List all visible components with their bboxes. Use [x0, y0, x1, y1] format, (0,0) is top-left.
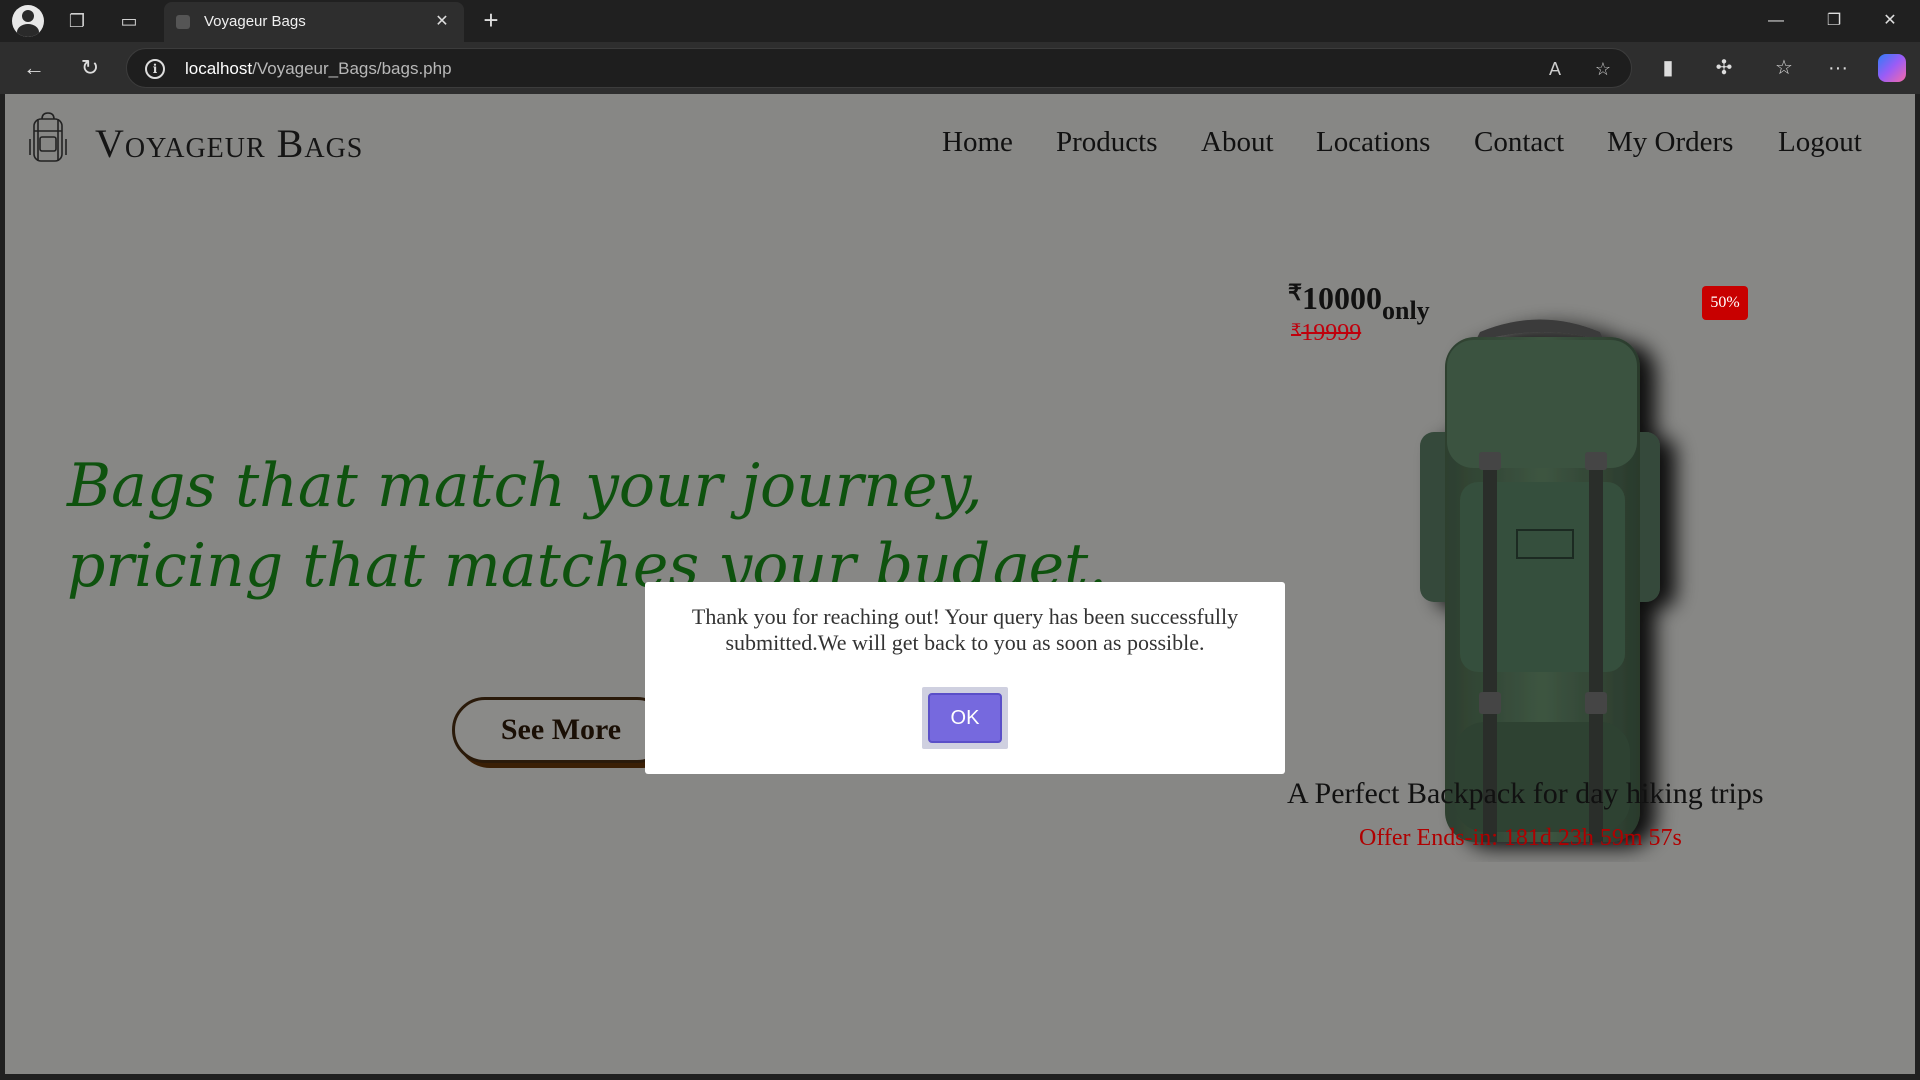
nav-products[interactable]: Products	[1056, 126, 1158, 159]
browser-tab-bar: ❐ ▭ Voyageur Bags ✕ + — ❐ ✕	[0, 0, 1920, 42]
url-text: localhost/Voyageur_Bags/bags.php	[185, 59, 452, 78]
vertical-tabs-icon[interactable]: ▭	[114, 6, 144, 36]
dialog-message: Thank you for reaching out! Your query h…	[691, 604, 1239, 655]
nav-my-orders[interactable]: My Orders	[1607, 126, 1733, 159]
refresh-icon[interactable]: ↻	[74, 52, 106, 84]
product-caption: A Perfect Backpack for day hiking trips	[1287, 777, 1764, 810]
hero-line-1: Bags that match your journey,	[67, 451, 983, 521]
browser-tab[interactable]: Voyageur Bags ✕	[164, 2, 464, 42]
offer-countdown: Offer Ends-in: 181d 23h 59m 57s	[1359, 825, 1682, 851]
tab-favicon-icon	[176, 15, 190, 29]
back-icon[interactable]: ←	[18, 52, 50, 84]
ok-button[interactable]: OK	[928, 693, 1002, 743]
see-more-button[interactable]: See More	[452, 697, 670, 763]
nav-about[interactable]: About	[1201, 126, 1274, 159]
minimize-icon[interactable]: —	[1748, 0, 1804, 42]
profile-avatar-icon[interactable]	[12, 5, 44, 37]
copilot-icon[interactable]	[1878, 54, 1906, 82]
read-aloud-icon[interactable]: A	[1543, 57, 1567, 81]
nav-home[interactable]: Home	[942, 126, 1013, 159]
collections-icon[interactable]: ▮	[1652, 52, 1684, 84]
nav-contact[interactable]: Contact	[1474, 126, 1564, 159]
favorites-icon[interactable]: ☆	[1768, 52, 1800, 84]
favorite-star-icon[interactable]: ☆	[1591, 57, 1615, 81]
tab-title: Voyageur Bags	[204, 13, 306, 30]
extensions-icon[interactable]: ✣	[1708, 52, 1740, 84]
new-tab-icon[interactable]: +	[476, 6, 506, 36]
nav-locations[interactable]: Locations	[1316, 126, 1430, 159]
backpack-logo-icon	[29, 112, 67, 162]
confirmation-dialog: Thank you for reaching out! Your query h…	[645, 582, 1285, 774]
workspaces-icon[interactable]: ❐	[62, 6, 92, 36]
page-viewport: Voyageur Bags Home Products About Locati…	[5, 94, 1915, 1074]
more-menu-icon[interactable]: ···	[1822, 52, 1854, 84]
brand-title[interactable]: Voyageur Bags	[95, 120, 363, 167]
product-old-price: ₹19999	[1291, 320, 1362, 346]
discount-badge: 50%	[1702, 286, 1748, 320]
tab-close-icon[interactable]: ✕	[430, 10, 454, 34]
nav-logout[interactable]: Logout	[1778, 126, 1862, 159]
restore-icon[interactable]: ❐	[1806, 0, 1862, 42]
url-input[interactable]: i localhost/Voyageur_Bags/bags.php A ☆	[126, 48, 1632, 88]
close-window-icon[interactable]: ✕	[1862, 0, 1918, 42]
site-info-icon[interactable]: i	[145, 59, 165, 79]
address-bar-row: ← ↻ i localhost/Voyageur_Bags/bags.php A…	[0, 42, 1920, 94]
ok-button-focus-ring: OK	[922, 687, 1008, 749]
